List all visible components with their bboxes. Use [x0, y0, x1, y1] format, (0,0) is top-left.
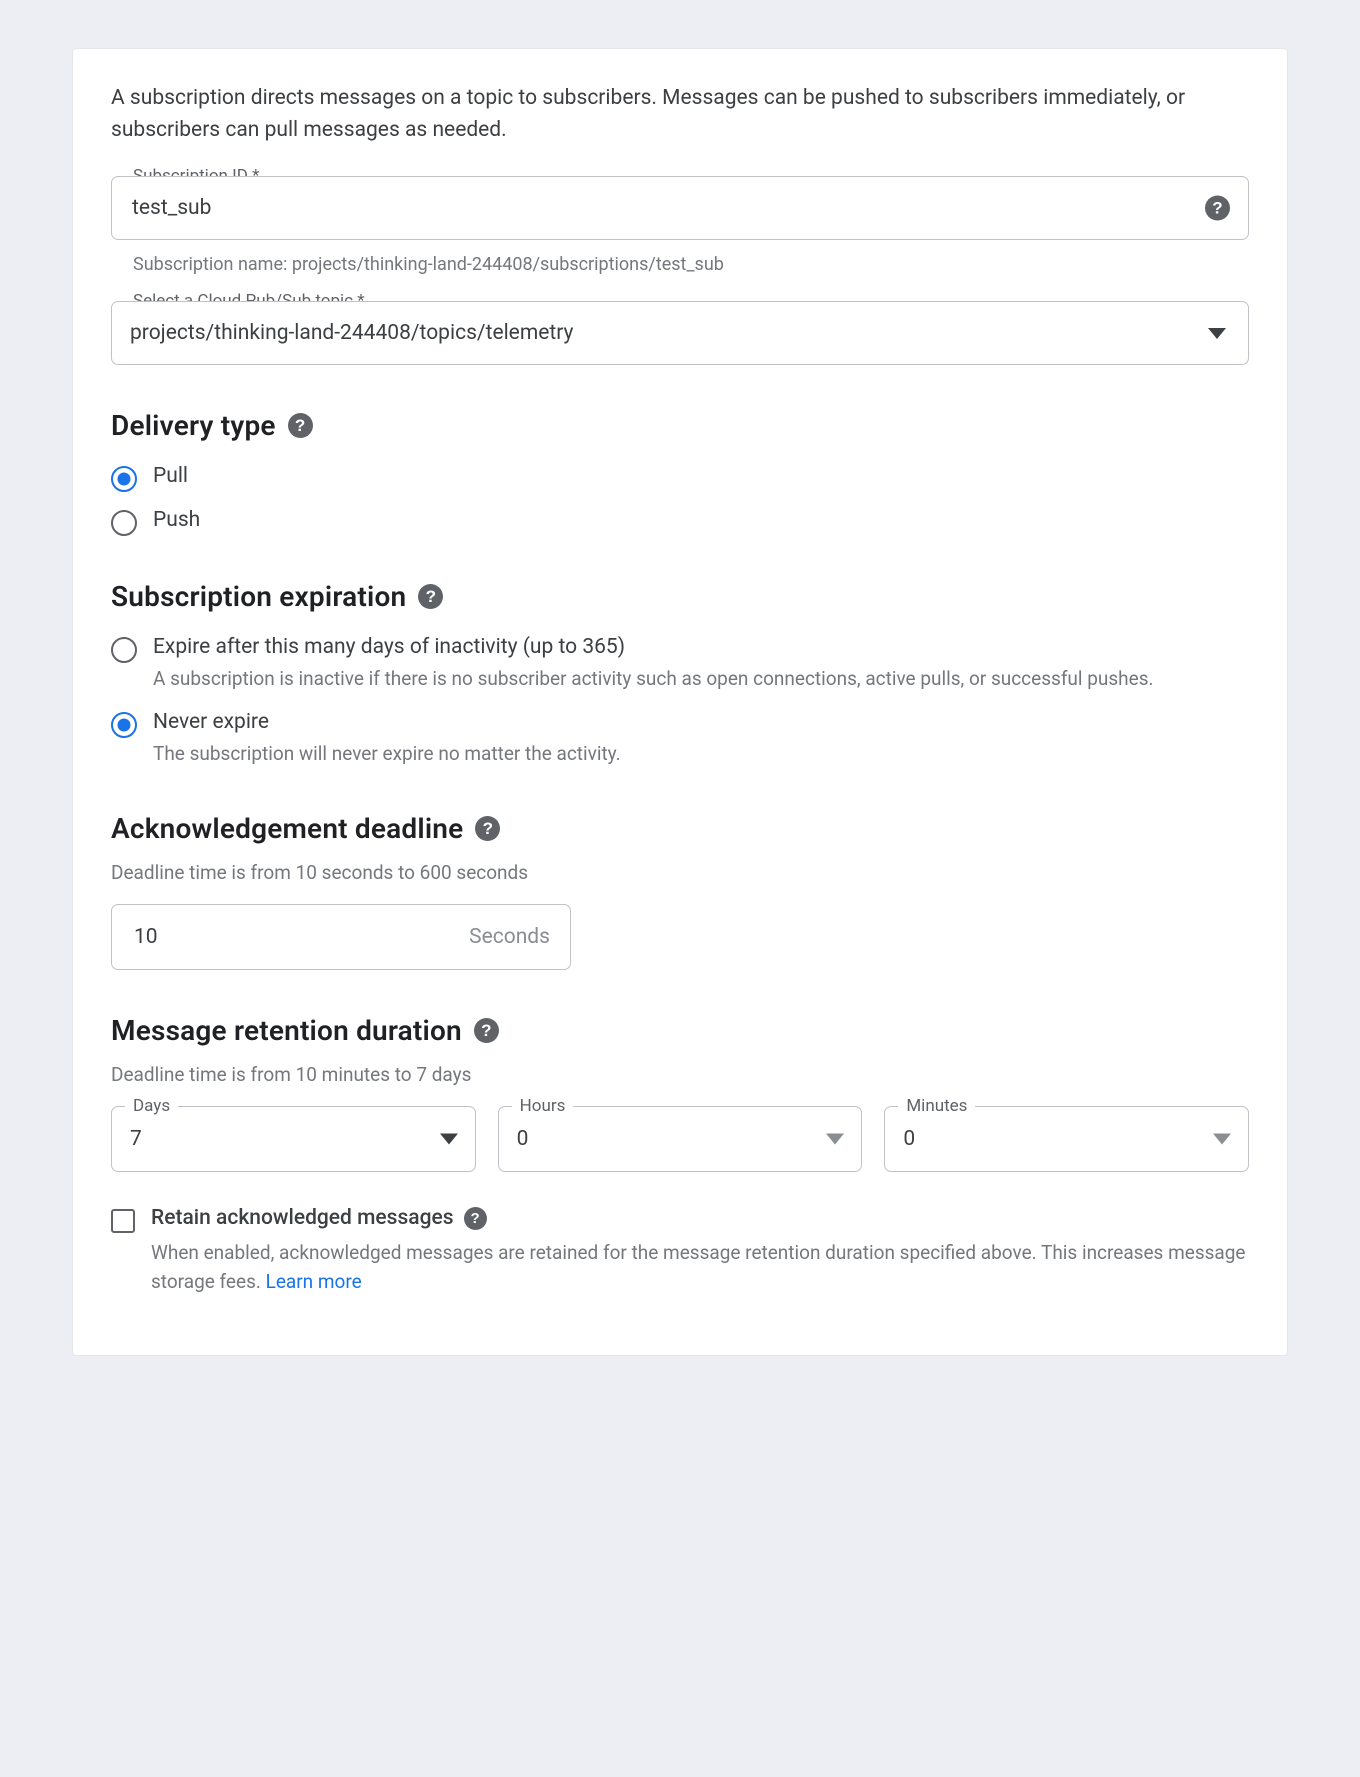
help-icon[interactable]: ? [474, 1018, 499, 1043]
retain-ack-checkbox-row: Retain acknowledged messages ? When enab… [111, 1206, 1249, 1297]
radio-icon [111, 637, 137, 663]
delivery-type-heading: Delivery type ? [111, 409, 1249, 442]
intro-text: A subscription directs messages on a top… [111, 83, 1249, 146]
retention-subtext: Deadline time is from 10 minutes to 7 da… [111, 1063, 1249, 1086]
ack-deadline-heading: Acknowledgement deadline ? [111, 812, 1249, 845]
retain-ack-checkbox[interactable] [111, 1209, 135, 1233]
help-icon[interactable]: ? [1205, 196, 1230, 221]
ack-deadline-section: Acknowledgement deadline ? Deadline time… [111, 812, 1249, 970]
chevron-down-icon [826, 1130, 844, 1149]
retention-hours-value: 0 [517, 1127, 529, 1151]
subscription-id-input[interactable] [130, 195, 1192, 221]
chevron-down-icon [1213, 1130, 1231, 1149]
expiration-section: Subscription expiration ? Expire after t… [111, 580, 1249, 768]
expire-after-days-radio[interactable]: Expire after this many days of inactivit… [111, 635, 1249, 694]
retention-days-select[interactable]: Days 7 [111, 1106, 476, 1172]
topic-select[interactable]: projects/thinking-land-244408/topics/tel… [111, 301, 1249, 365]
learn-more-link[interactable]: Learn more [266, 1270, 362, 1293]
help-icon[interactable]: ? [288, 413, 313, 438]
topic-select-field: Select a Cloud Pub/Sub topic * projects/… [111, 301, 1249, 365]
subscription-form-card: A subscription directs messages on a top… [72, 48, 1288, 1356]
retention-section: Message retention duration ? Deadline ti… [111, 1014, 1249, 1297]
chevron-down-icon [440, 1130, 458, 1149]
retain-ack-label: Retain acknowledged messages ? [151, 1206, 1249, 1230]
ack-deadline-subtext: Deadline time is from 10 seconds to 600 … [111, 861, 1249, 884]
ack-deadline-unit: Seconds [469, 925, 550, 949]
ack-deadline-input[interactable] [132, 924, 469, 950]
retain-ack-desc: When enabled, acknowledged messages are … [151, 1238, 1249, 1297]
expiration-heading: Subscription expiration ? [111, 580, 1249, 613]
delivery-type-section: Delivery type ? Pull Push [111, 409, 1249, 536]
radio-icon [111, 510, 137, 536]
ack-deadline-field: Seconds [111, 904, 571, 970]
retention-minutes-select[interactable]: Minutes 0 [884, 1106, 1249, 1172]
retention-heading: Message retention duration ? [111, 1014, 1249, 1047]
help-icon[interactable]: ? [418, 584, 443, 609]
retention-days-value: 7 [130, 1127, 142, 1151]
radio-icon [111, 466, 137, 492]
never-expire-radio[interactable]: Never expire The subscription will never… [111, 710, 1249, 769]
help-icon[interactable]: ? [464, 1207, 487, 1230]
delivery-type-pull-radio[interactable]: Pull [111, 464, 1249, 492]
subscription-id-field: Subscription ID * ? [111, 176, 1249, 240]
chevron-down-icon [1208, 321, 1226, 345]
radio-icon [111, 712, 137, 738]
delivery-type-push-radio[interactable]: Push [111, 508, 1249, 536]
subscription-name-hint: Subscription name: projects/thinking-lan… [111, 250, 1249, 275]
help-icon[interactable]: ? [475, 816, 500, 841]
topic-select-value: projects/thinking-land-244408/topics/tel… [130, 321, 573, 345]
retention-hours-select[interactable]: Hours 0 [498, 1106, 863, 1172]
retention-minutes-value: 0 [903, 1127, 915, 1151]
